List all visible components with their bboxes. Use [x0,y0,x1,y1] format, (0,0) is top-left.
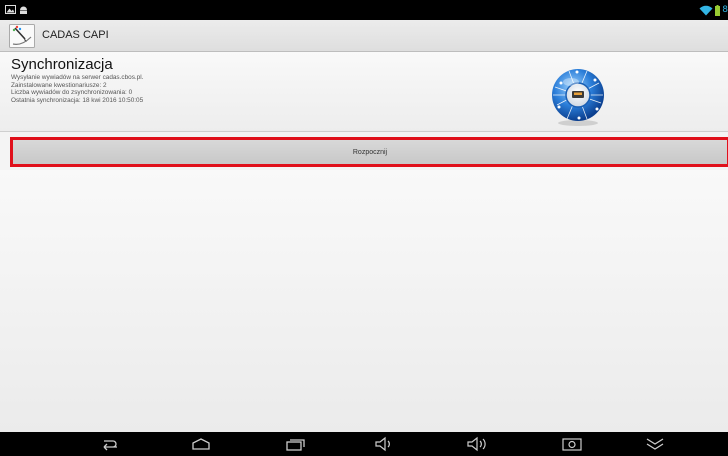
start-button-label: Rozpocznij [352,148,388,156]
volume-up-icon[interactable] [466,434,488,454]
battery-icon [715,4,721,16]
image-notification-icon [5,5,16,14]
home-icon[interactable] [190,434,212,454]
network-globe-icon [552,69,604,126]
content-area [0,170,728,432]
android-notification-icon [20,6,27,14]
battery-percent: 8 [722,5,728,15]
screenshot-icon[interactable] [561,434,583,454]
volume-down-icon[interactable] [373,434,395,454]
back-icon[interactable] [98,434,120,454]
installed-questionnaires: Zainstalowane kwestionariusze: 2 [11,81,107,89]
wifi-icon [699,5,713,15]
last-sync-time: Ostatnia synchronizacja: 18 kwi 2016 10:… [11,96,144,104]
start-button[interactable]: Rozpocznij [10,137,728,167]
sync-info-panel: Synchronizacja Wysyłanie wywiadów na ser… [0,52,728,132]
status-bar: 8 [0,0,728,20]
system-tray: 8 [699,3,728,17]
app-logo-icon[interactable] [9,24,35,48]
pending-interviews: Liczba wywiadów do zsynchronizowania: 0 [11,89,133,97]
action-bar: CADAS CAPI [0,20,728,52]
page-title: Synchronizacja [11,56,113,73]
app-title: CADAS CAPI [42,29,109,41]
navigation-bar [0,432,728,456]
sync-details: Wysyłanie wywiadów na serwer cadas.cbos.… [11,74,143,104]
sync-server-info: Wysyłanie wywiadów na serwer cadas.cbos.… [11,74,144,81]
hide-keyboard-icon[interactable] [644,434,666,454]
recents-icon[interactable] [284,434,306,454]
